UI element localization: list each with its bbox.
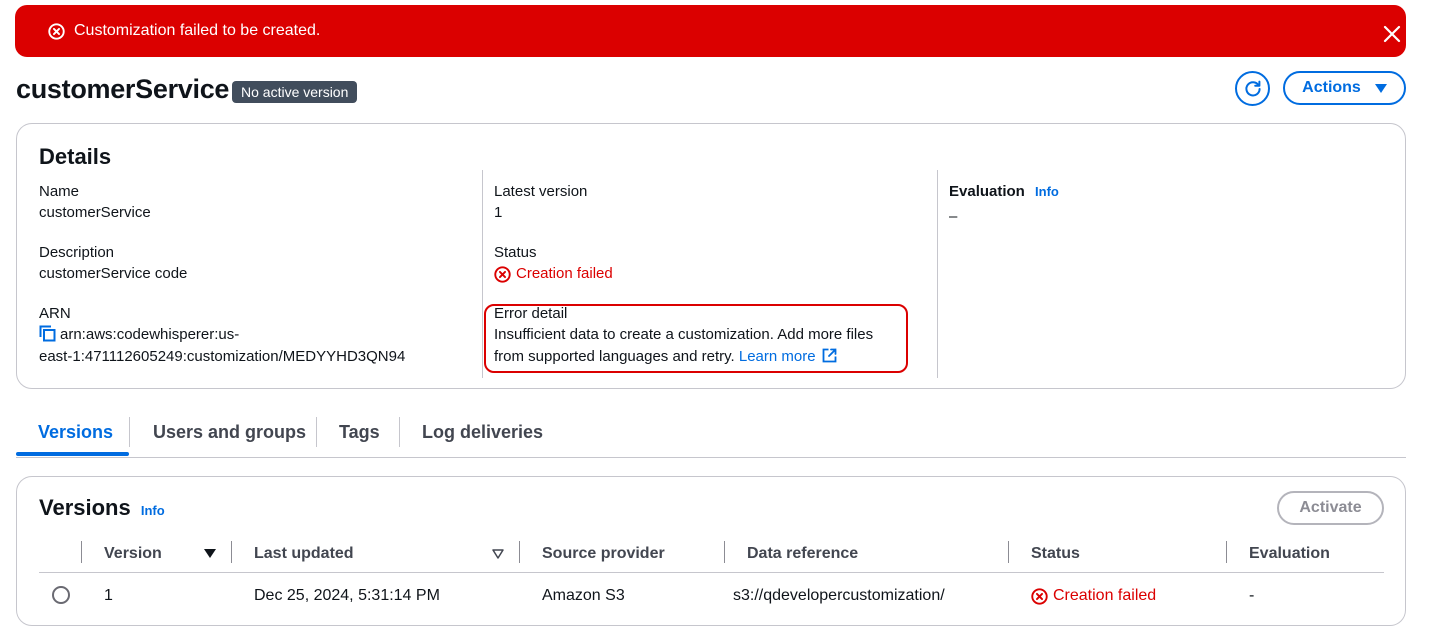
column-separator	[724, 541, 725, 563]
tab-bar: Versions Users and groups Tags Log deliv…	[16, 414, 1406, 458]
description-label: Description	[39, 244, 115, 261]
column-header-source-provider[interactable]: Source provider	[542, 544, 665, 564]
column-divider	[482, 170, 483, 378]
evaluation-info-link[interactable]: Info	[1035, 184, 1059, 199]
flash-message: Customization failed to be created.	[74, 22, 321, 39]
status-value: Creation failed	[494, 263, 613, 285]
tab-tags[interactable]: Tags	[339, 414, 380, 456]
error-circle-icon	[48, 23, 65, 40]
versions-title: Versions	[39, 495, 131, 520]
arn-label: ARN	[39, 305, 71, 322]
evaluation-value: –	[949, 208, 958, 225]
column-header-evaluation[interactable]: Evaluation	[1249, 544, 1330, 564]
refresh-icon	[1244, 80, 1261, 96]
arn-value: arn:aws:codewhisperer:us- east-1:4711126…	[39, 324, 469, 368]
column-separator	[519, 541, 520, 563]
cell-evaluation: -	[1249, 587, 1255, 604]
description-value: customerService code	[39, 265, 188, 282]
latest-version-label: Latest version	[494, 183, 588, 200]
latest-version-value: 1	[494, 204, 503, 221]
versions-info-link[interactable]: Info	[141, 503, 165, 518]
cell-status: Creation failed	[1031, 586, 1156, 606]
column-header-version[interactable]: Version	[104, 544, 162, 564]
arn-value-line2: east-1:471112605249:customization/MEDYYH…	[39, 348, 406, 365]
tab-versions[interactable]: Versions	[38, 414, 113, 456]
column-separator	[231, 541, 232, 563]
active-tab-indicator	[16, 452, 129, 456]
arn-value-line1: arn:aws:codewhisperer:us-	[60, 326, 240, 343]
tab-separator	[316, 417, 317, 447]
error-detail-label: Error detail	[494, 305, 568, 322]
evaluation-header: Evaluation Info	[949, 182, 1059, 202]
close-icon[interactable]	[1382, 24, 1402, 44]
column-separator	[1008, 541, 1009, 563]
evaluation-label: Evaluation	[949, 183, 1025, 200]
copy-icon[interactable]	[39, 325, 56, 342]
details-container: Details Name customerService Description…	[16, 123, 1406, 389]
table-header-divider	[39, 572, 1384, 573]
column-divider	[937, 170, 938, 378]
tab-users-and-groups[interactable]: Users and groups	[153, 414, 306, 456]
page-title: customerService	[16, 74, 230, 104]
cell-version: 1	[104, 587, 113, 604]
column-separator	[81, 541, 82, 563]
activate-button[interactable]: Activate	[1277, 491, 1384, 525]
details-heading: Details	[39, 144, 112, 169]
caret-down-icon	[1374, 83, 1387, 93]
cell-data-reference: s3://qdevelopercustomization/	[733, 587, 945, 604]
error-flash-banner: Customization failed to be created.	[15, 5, 1406, 57]
column-header-last-updated[interactable]: Last updated	[254, 544, 354, 564]
status-badge: No active version	[232, 81, 358, 103]
error-detail-value: Insufficient data to create a customizat…	[494, 324, 914, 368]
column-header-status[interactable]: Status	[1031, 544, 1080, 564]
column-separator	[1226, 541, 1227, 563]
error-detail-line2: from supported languages and retry.	[494, 348, 735, 365]
external-link-icon	[822, 348, 837, 363]
name-label: Name	[39, 183, 80, 200]
versions-heading: Versions Info	[39, 494, 165, 525]
column-header-data-reference[interactable]: Data reference	[747, 544, 858, 564]
error-circle-icon	[1031, 587, 1048, 605]
learn-more-label: Learn more	[738, 348, 816, 365]
tab-separator	[399, 417, 400, 447]
learn-more-link[interactable]: Learn more	[739, 348, 837, 365]
actions-label: Actions	[1302, 79, 1361, 96]
sort-descending-icon[interactable]	[204, 549, 216, 558]
row-select-radio[interactable]	[52, 586, 70, 604]
sort-icon[interactable]	[492, 549, 504, 559]
cell-source-provider: Amazon S3	[542, 587, 625, 604]
refresh-button[interactable]	[1235, 71, 1270, 106]
versions-container: Versions Info Activate Version Last upda…	[16, 476, 1406, 626]
tab-separator	[129, 417, 130, 447]
error-detail-line1: Insufficient data to create a customizat…	[494, 326, 874, 343]
name-value: customerService	[39, 204, 151, 221]
error-circle-icon	[494, 265, 511, 283]
status-text: Creation failed	[516, 265, 613, 282]
actions-button[interactable]: Actions	[1283, 71, 1406, 105]
cell-status-text: Creation failed	[1053, 587, 1157, 604]
cell-last-updated: Dec 25, 2024, 5:31:14 PM	[254, 587, 440, 604]
tab-log-deliveries[interactable]: Log deliveries	[422, 414, 543, 456]
status-label: Status	[494, 244, 537, 261]
